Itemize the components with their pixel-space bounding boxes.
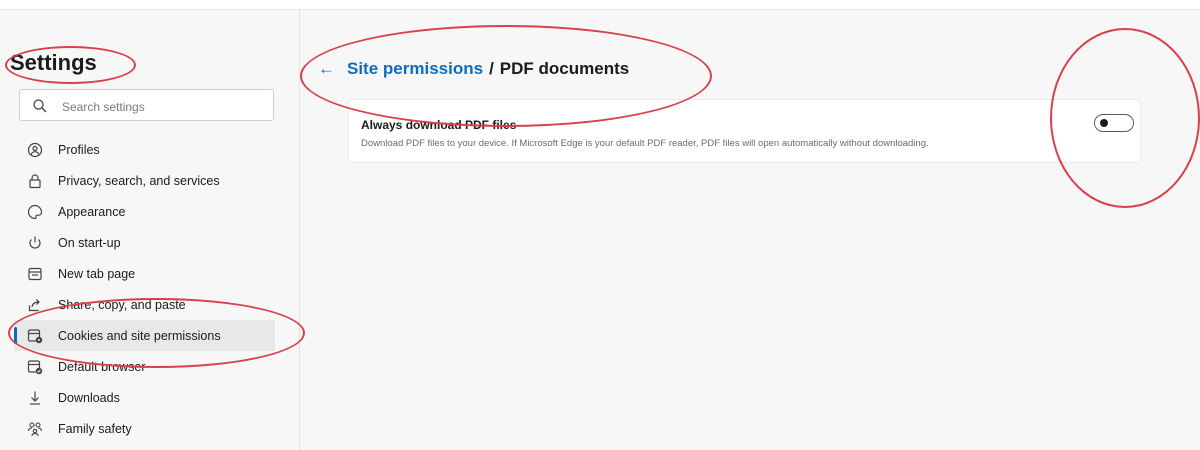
- sidebar-item-label: Privacy, search, and services: [58, 173, 220, 188]
- always-download-pdf-toggle[interactable]: [1094, 114, 1134, 132]
- sidebar-item-default-browser[interactable]: Default browser: [0, 351, 299, 382]
- settings-nav: Profiles Privacy, search, and services A…: [0, 134, 299, 444]
- search-icon: [33, 99, 47, 113]
- settings-sidebar: Settings Profiles Privacy, search, and s…: [0, 10, 300, 450]
- sidebar-item-profiles[interactable]: Profiles: [0, 134, 299, 165]
- sidebar-item-label: Family safety: [58, 421, 132, 436]
- sidebar-item-label: Downloads: [58, 390, 120, 405]
- palette-icon: [27, 204, 43, 219]
- sidebar-item-label: On start-up: [58, 235, 121, 250]
- breadcrumb-separator: /: [489, 59, 494, 78]
- sidebar-item-label: Appearance: [58, 204, 126, 219]
- back-arrow-icon[interactable]: ←: [318, 59, 335, 79]
- toggle-knob: [1100, 118, 1108, 127]
- sidebar-item-startup[interactable]: On start-up: [0, 227, 299, 258]
- cookies-icon: [27, 328, 43, 343]
- sidebar-item-label: Cookies and site permissions: [58, 328, 221, 343]
- search-box[interactable]: [19, 89, 274, 121]
- sidebar-item-share[interactable]: Share, copy, and paste: [0, 289, 299, 320]
- window-top-bar: [0, 0, 1200, 10]
- sidebar-item-downloads[interactable]: Downloads: [0, 382, 299, 413]
- page-title: PDF documents: [499, 59, 630, 78]
- sidebar-item-appearance[interactable]: Appearance: [0, 196, 299, 227]
- lock-icon: [29, 173, 41, 188]
- download-icon: [30, 391, 40, 405]
- sidebar-item-new-tab[interactable]: New tab page: [0, 258, 299, 289]
- breadcrumb: ← Site permissions / PDF documents: [318, 56, 629, 82]
- default-browser-icon: [27, 359, 43, 374]
- profile-icon: [27, 142, 43, 157]
- setting-title: Always download PDF files: [361, 118, 517, 132]
- breadcrumb-site-permissions-link[interactable]: Site permissions: [347, 59, 483, 79]
- always-download-pdf-setting: Always download PDF files Download PDF f…: [348, 99, 1141, 163]
- search-input[interactable]: [60, 96, 264, 118]
- settings-title: Settings: [10, 50, 97, 75]
- power-icon: [29, 236, 41, 249]
- sidebar-item-label: Default browser: [58, 359, 146, 374]
- sidebar-item-label: Share, copy, and paste: [58, 297, 186, 312]
- sidebar-item-label: New tab page: [58, 266, 136, 281]
- sidebar-item-family-safety[interactable]: Family safety: [0, 413, 299, 444]
- sidebar-item-cookies[interactable]: Cookies and site permissions: [14, 320, 275, 351]
- setting-description: Download PDF files to your device. If Mi…: [361, 138, 929, 149]
- sidebar-item-privacy[interactable]: Privacy, search, and services: [0, 165, 299, 196]
- share-icon: [28, 298, 40, 311]
- main-content: ← Site permissions / PDF documents Alway…: [300, 10, 1200, 450]
- new-tab-icon: [28, 267, 42, 280]
- family-icon: [27, 421, 43, 436]
- sidebar-item-label: Profiles: [58, 142, 100, 157]
